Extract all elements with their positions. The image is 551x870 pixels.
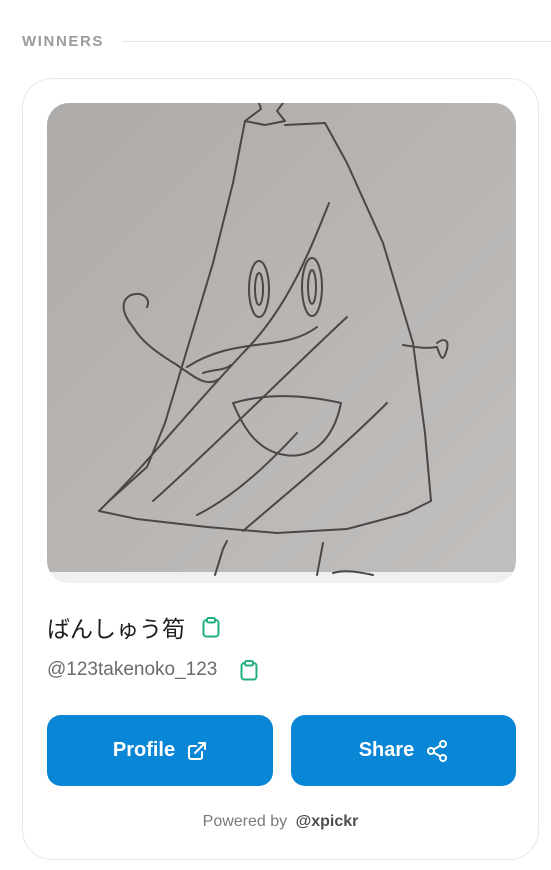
section-title: WINNERS: [22, 32, 105, 50]
hand-drawn-bamboo-shoot-character-image: [47, 103, 516, 583]
share-button-label: Share: [358, 739, 415, 761]
powered-by-footer: Powered by @xpickr: [23, 813, 538, 831]
winner-name-row: ばんしゅう筍: [47, 607, 223, 647]
powered-by-brand-link[interactable]: @xpickr: [296, 813, 359, 830]
section-divider: [122, 40, 551, 42]
powered-by-prefix: Powered by: [202, 813, 288, 830]
winner-handle: @123takenoko_123: [47, 659, 218, 680]
copy-handle-clipboard-icon[interactable]: [237, 658, 261, 682]
winner-photo: [47, 103, 516, 583]
profile-button[interactable]: Profile: [47, 715, 273, 786]
clipboard-icon: [240, 659, 258, 680]
copy-name-clipboard-icon[interactable]: [199, 615, 223, 639]
section-header: WINNERS: [22, 31, 551, 51]
clipboard-icon: [202, 616, 220, 637]
winner-handle-row: @123takenoko_123: [47, 655, 261, 685]
share-button[interactable]: Share: [291, 715, 516, 786]
profile-button-label: Profile: [112, 739, 176, 761]
external-link-icon: [187, 741, 207, 761]
winner-display-name: ばんしゅう筍: [47, 617, 185, 643]
share-nodes-icon: [426, 739, 448, 762]
winner-card: ばんしゅう筍 @123takenoko_123 Profile Share Po…: [22, 78, 539, 860]
